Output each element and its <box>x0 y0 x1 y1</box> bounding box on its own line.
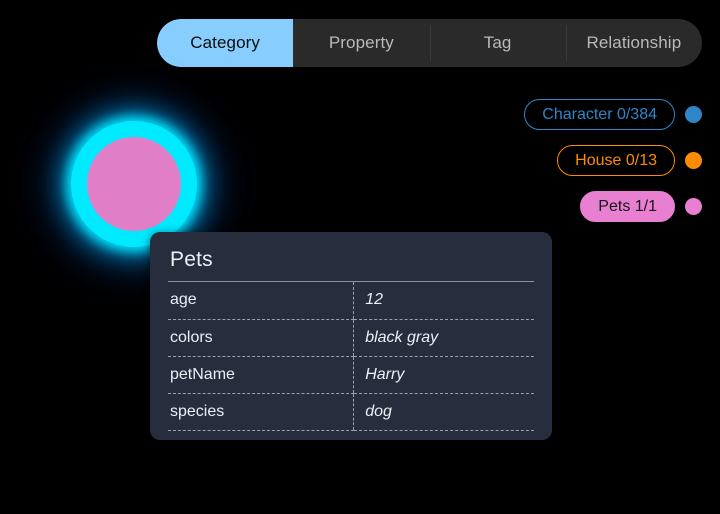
legend-row-character: Character 0/384 <box>524 99 702 130</box>
property-value: dog <box>353 393 534 431</box>
tab-property[interactable]: Property <box>293 19 429 67</box>
legend-chip-character-label: Character 0/384 <box>542 105 657 123</box>
legend-dot-character-icon <box>685 106 702 123</box>
legend-chip-character[interactable]: Character 0/384 <box>524 99 675 130</box>
tab-tag[interactable]: Tag <box>429 19 566 67</box>
legend-dot-house-icon <box>685 152 702 169</box>
property-key: age <box>168 282 354 320</box>
tab-relationship-label: Relationship <box>586 33 682 52</box>
legend-chip-pets-label: Pets 1/1 <box>598 197 657 215</box>
property-value: Harry <box>353 356 534 394</box>
tab-property-label: Property <box>328 33 394 52</box>
table-row: petName Harry <box>168 356 534 394</box>
node-core-circle <box>87 137 181 231</box>
legend-chip-pets[interactable]: Pets 1/1 <box>580 191 675 222</box>
property-key: petName <box>168 356 354 394</box>
table-row: age 12 <box>168 282 534 320</box>
legend-row-house: House 0/13 <box>557 145 702 176</box>
tab-tag-label: Tag <box>483 33 512 52</box>
panel-title: Pets <box>168 246 534 282</box>
graph-canvas: Category Property Tag Relationship Chara… <box>0 0 720 514</box>
legend-chip-house[interactable]: House 0/13 <box>557 145 675 176</box>
tab-relationship[interactable]: Relationship <box>565 19 702 67</box>
legend-row-pets: Pets 1/1 <box>580 191 702 222</box>
legend-panel: Character 0/384 House 0/13 Pets 1/1 <box>524 99 702 222</box>
tab-category-label: Category <box>190 33 261 52</box>
tab-category[interactable]: Category <box>157 19 294 67</box>
property-value: 12 <box>353 282 534 320</box>
property-table: age 12 colors black gray petName Harry s… <box>168 282 534 431</box>
property-value: black gray <box>353 319 534 357</box>
property-key: colors <box>168 319 354 357</box>
node-detail-panel: Pets age 12 colors black gray petName Ha… <box>150 232 552 440</box>
property-key: species <box>168 393 354 431</box>
legend-dot-pets-icon <box>685 198 702 215</box>
category-tab-bar: Category Property Tag Relationship <box>157 19 702 67</box>
table-row: colors black gray <box>168 319 534 357</box>
table-row: species dog <box>168 393 534 431</box>
legend-chip-house-label: House 0/13 <box>575 151 657 169</box>
